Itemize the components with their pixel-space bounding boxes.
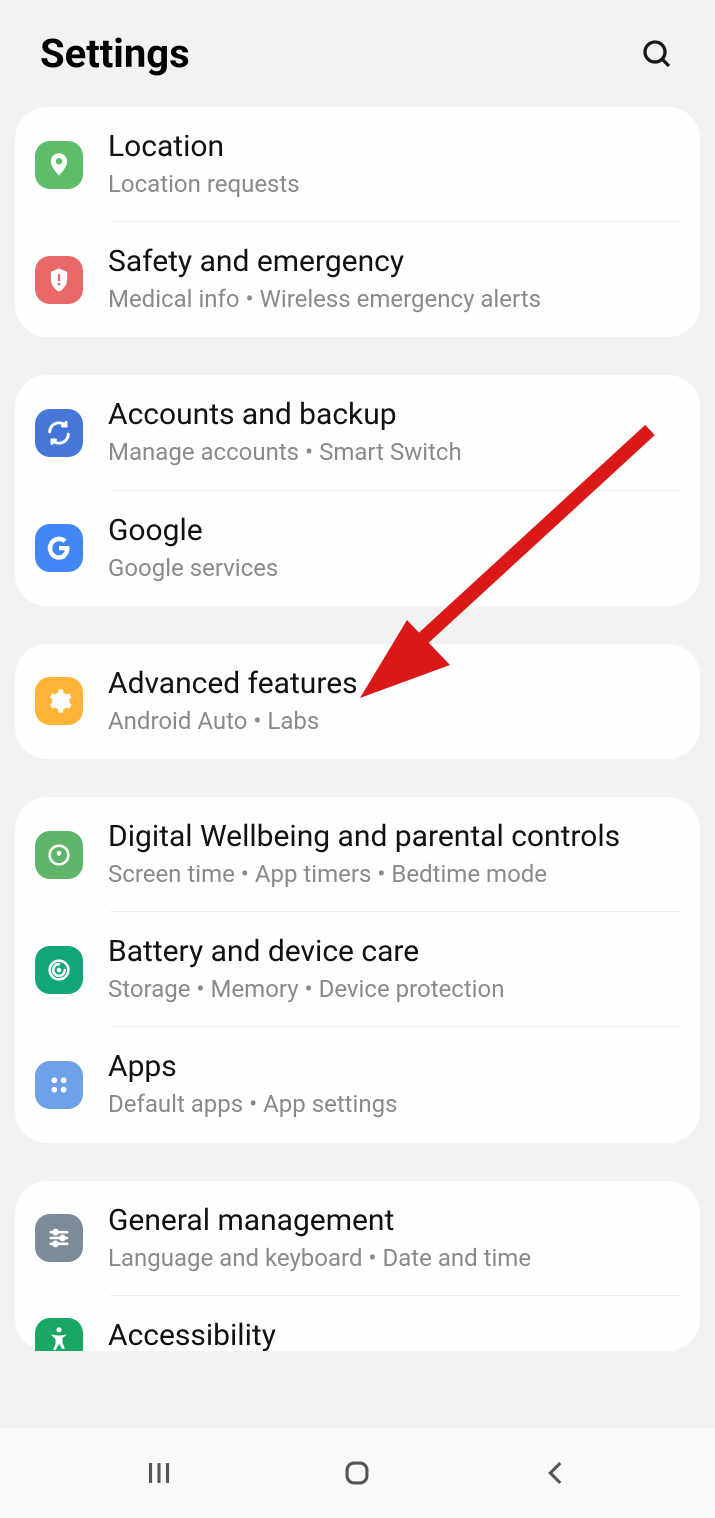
- general-icon: [35, 1214, 83, 1262]
- item-title: Battery and device care: [108, 934, 504, 970]
- item-text: Digital Wellbeing and parental controls …: [108, 819, 620, 890]
- advanced-icon: [35, 677, 83, 725]
- navigation-bar: [0, 1428, 715, 1518]
- item-subtitle: Medical info • Wireless emergency alerts: [108, 284, 541, 315]
- battery-icon: [35, 946, 83, 994]
- item-text: Battery and device care Storage • Memory…: [108, 934, 504, 1005]
- item-subtitle: Language and keyboard • Date and time: [108, 1243, 531, 1274]
- item-title: Accounts and backup: [108, 397, 462, 433]
- settings-item-general[interactable]: General management Language and keyboard…: [15, 1181, 700, 1296]
- item-subtitle: Screen time • App timers • Bedtime mode: [108, 859, 620, 890]
- settings-item-google[interactable]: Google Google services: [15, 491, 700, 606]
- item-title: Location: [108, 129, 300, 165]
- item-subtitle: Location requests: [108, 169, 300, 200]
- search-icon[interactable]: [639, 36, 675, 72]
- item-title: Safety and emergency: [108, 244, 541, 280]
- settings-item-battery[interactable]: Battery and device care Storage • Memory…: [15, 912, 700, 1027]
- location-icon: [35, 141, 83, 189]
- settings-item-accounts[interactable]: Accounts and backup Manage accounts • Sm…: [15, 375, 700, 490]
- item-title: Advanced features: [108, 666, 358, 702]
- settings-item-wellbeing[interactable]: Digital Wellbeing and parental controls …: [15, 797, 700, 912]
- settings-item-accessibility[interactable]: Accessibility: [15, 1296, 700, 1351]
- google-icon: [35, 524, 83, 572]
- accessibility-icon: [35, 1318, 83, 1351]
- item-text: Apps Default apps • App settings: [108, 1049, 397, 1120]
- settings-item-apps[interactable]: Apps Default apps • App settings: [15, 1027, 700, 1142]
- item-title: Google: [108, 513, 278, 549]
- settings-group: Advanced features Android Auto • Labs: [15, 644, 700, 759]
- recents-button[interactable]: [129, 1456, 189, 1490]
- safety-icon: [35, 256, 83, 304]
- settings-item-location[interactable]: Location Location requests: [15, 107, 700, 222]
- item-subtitle: Google services: [108, 553, 278, 584]
- item-subtitle: Default apps • App settings: [108, 1089, 397, 1120]
- item-title: Digital Wellbeing and parental controls: [108, 819, 620, 855]
- settings-list: Location Location requests Safety and em…: [0, 107, 715, 1425]
- item-text: Location Location requests: [108, 129, 300, 200]
- item-title: Apps: [108, 1049, 397, 1085]
- item-subtitle: Android Auto • Labs: [108, 706, 358, 737]
- accounts-icon: [35, 409, 83, 457]
- back-button[interactable]: [526, 1456, 586, 1490]
- item-title: Accessibility: [108, 1318, 276, 1351]
- header: Settings: [0, 0, 715, 107]
- item-subtitle: Manage accounts • Smart Switch: [108, 437, 462, 468]
- home-button[interactable]: [327, 1456, 387, 1490]
- item-text: Google Google services: [108, 513, 278, 584]
- item-subtitle: Storage • Memory • Device protection: [108, 974, 504, 1005]
- item-text: Accounts and backup Manage accounts • Sm…: [108, 397, 462, 468]
- wellbeing-icon: [35, 831, 83, 879]
- settings-item-safety[interactable]: Safety and emergency Medical info • Wire…: [15, 222, 700, 337]
- item-text: Accessibility: [108, 1318, 276, 1351]
- settings-group: Location Location requests Safety and em…: [15, 107, 700, 337]
- item-text: General management Language and keyboard…: [108, 1203, 531, 1274]
- settings-item-advanced[interactable]: Advanced features Android Auto • Labs: [15, 644, 700, 759]
- settings-group: General management Language and keyboard…: [15, 1181, 700, 1351]
- apps-icon: [35, 1061, 83, 1109]
- page-title: Settings: [40, 30, 190, 77]
- item-text: Advanced features Android Auto • Labs: [108, 666, 358, 737]
- item-text: Safety and emergency Medical info • Wire…: [108, 244, 541, 315]
- settings-group: Accounts and backup Manage accounts • Sm…: [15, 375, 700, 605]
- settings-group: Digital Wellbeing and parental controls …: [15, 797, 700, 1143]
- item-title: General management: [108, 1203, 531, 1239]
